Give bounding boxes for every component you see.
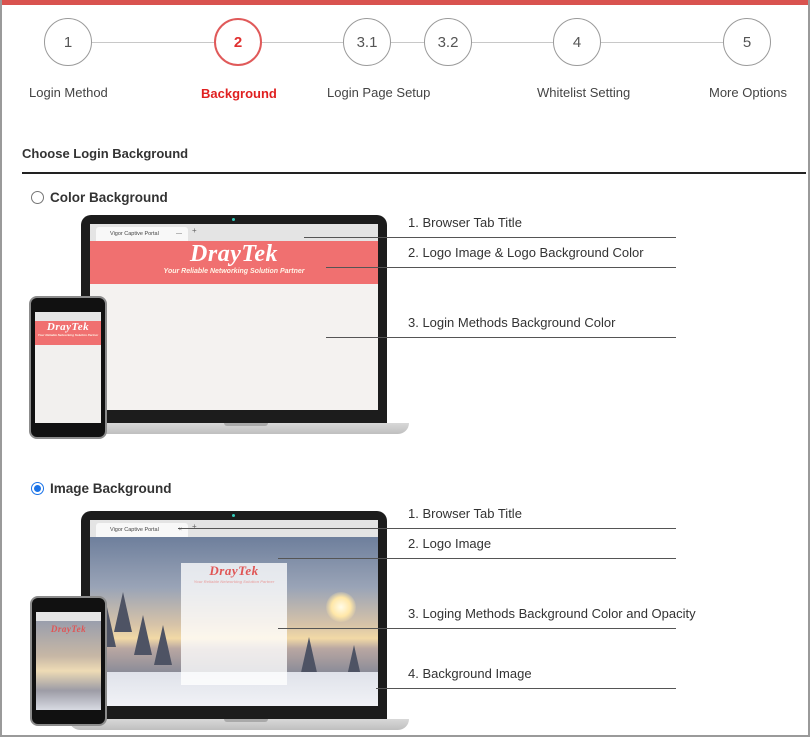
tree-shape bbox=[114, 592, 132, 632]
section-title: Choose Login Background bbox=[22, 146, 189, 161]
phone-address-bar bbox=[36, 612, 101, 621]
phone-screen: DrayTek bbox=[36, 612, 101, 710]
laptop-camera bbox=[232, 514, 235, 517]
image-background-radio[interactable] bbox=[31, 482, 44, 495]
phone-logo-area: DrayTek bbox=[36, 624, 101, 634]
phone-address-bar bbox=[35, 312, 101, 321]
tree-shape bbox=[134, 615, 152, 655]
box-tagline: Your Reliable Networking Solution Partne… bbox=[193, 579, 275, 584]
color-background-option[interactable]: Color Background bbox=[31, 190, 168, 205]
browser-tab: Vigor Captive Portal × bbox=[96, 523, 188, 537]
login-methods-box: DrayTek Your Reliable Networking Solutio… bbox=[181, 563, 287, 685]
image-annotation-4: 4. Background Image bbox=[408, 666, 532, 681]
annotation-leader-line bbox=[278, 628, 676, 629]
tree-shape bbox=[154, 625, 172, 665]
laptop-camera bbox=[232, 218, 235, 221]
color-preview-phone: DrayTek Your Reliable Networking Solutio… bbox=[29, 296, 107, 439]
annotation-leader-line bbox=[326, 267, 676, 268]
laptop-screen: DrayTek Your Reliable Networking Solutio… bbox=[90, 520, 378, 706]
step-connector bbox=[262, 42, 343, 43]
step-4-circle[interactable]: 4 bbox=[553, 18, 601, 66]
image-annotation-2: 2. Logo Image bbox=[408, 536, 492, 551]
step-3-2-circle[interactable]: 3.2 bbox=[424, 18, 472, 66]
phone-draytek-logo: DrayTek bbox=[50, 624, 87, 634]
background-image: DrayTek Your Reliable Networking Solutio… bbox=[90, 537, 378, 706]
phone-logo-tagline: Your Reliable Networking Solution Partne… bbox=[37, 333, 99, 337]
laptop-notch bbox=[224, 423, 268, 426]
step-3-label: Login Page Setup bbox=[327, 85, 431, 100]
step-4-label: Whitelist Setting bbox=[537, 85, 631, 100]
logo-banner: DrayTek Your Reliable Networking Solutio… bbox=[90, 241, 378, 284]
step-connector bbox=[601, 42, 723, 43]
annotation-leader-line bbox=[326, 337, 676, 338]
step-connector bbox=[391, 42, 424, 43]
step-5-label: More Options bbox=[709, 85, 788, 100]
color-annotation-1: 1. Browser Tab Title bbox=[408, 215, 522, 230]
annotation-leader-line bbox=[278, 558, 676, 559]
image-background-label: Image Background bbox=[50, 481, 172, 496]
logo-tagline: Your Reliable Networking Solution Partne… bbox=[163, 268, 305, 275]
annotation-leader-line bbox=[376, 688, 676, 689]
laptop-notch bbox=[224, 719, 268, 722]
tab-close-icon: — bbox=[176, 231, 182, 237]
tab-close-icon: × bbox=[178, 527, 182, 533]
phone-logo-banner: DrayTek Your Reliable Networking Solutio… bbox=[35, 321, 101, 345]
box-draytek-logo: DrayTek bbox=[209, 563, 259, 578]
annotation-leader-line bbox=[178, 528, 676, 529]
color-annotation-2: 2. Logo Image & Logo Background Color bbox=[408, 245, 644, 260]
step-connector bbox=[92, 42, 214, 43]
browser-tab-title: Vigor Captive Portal bbox=[110, 231, 159, 237]
image-background-option[interactable]: Image Background bbox=[31, 481, 172, 496]
draytek-logo: DrayTek bbox=[190, 241, 278, 267]
new-tab-icon: + bbox=[192, 226, 197, 235]
step-3-1-circle[interactable]: 3.1 bbox=[343, 18, 391, 66]
laptop-screen: Vigor Captive Portal — + DrayTek Your Re… bbox=[90, 224, 378, 410]
browser-tab-title: Vigor Captive Portal bbox=[110, 527, 159, 533]
phone-screen: DrayTek Your Reliable Networking Solutio… bbox=[35, 312, 101, 423]
browser-tab: Vigor Captive Portal — bbox=[96, 227, 188, 241]
step-2-label: Background bbox=[201, 86, 277, 101]
color-background-label: Color Background bbox=[50, 190, 168, 205]
step-connector bbox=[472, 42, 553, 43]
phone-draytek-logo: DrayTek bbox=[46, 321, 90, 333]
tree-shape bbox=[300, 637, 318, 677]
step-1-circle[interactable]: 1 bbox=[44, 18, 92, 66]
step-5-circle[interactable]: 5 bbox=[723, 18, 771, 66]
color-annotation-3: 3. Login Methods Background Color bbox=[408, 315, 616, 330]
step-2-circle[interactable]: 2 bbox=[214, 18, 262, 66]
color-background-radio[interactable] bbox=[31, 191, 44, 204]
image-annotation-3: 3. Loging Methods Background Color and O… bbox=[408, 606, 696, 621]
step-1-label: Login Method bbox=[29, 85, 108, 100]
new-tab-icon: + bbox=[192, 522, 197, 531]
image-preview-phone: DrayTek bbox=[30, 596, 107, 726]
image-annotation-1: 1. Browser Tab Title bbox=[408, 506, 522, 521]
section-divider bbox=[22, 172, 806, 174]
browser-tabbar: Vigor Captive Portal — + bbox=[90, 224, 378, 241]
annotation-leader-line bbox=[304, 237, 676, 238]
sunset-sun bbox=[326, 592, 356, 622]
